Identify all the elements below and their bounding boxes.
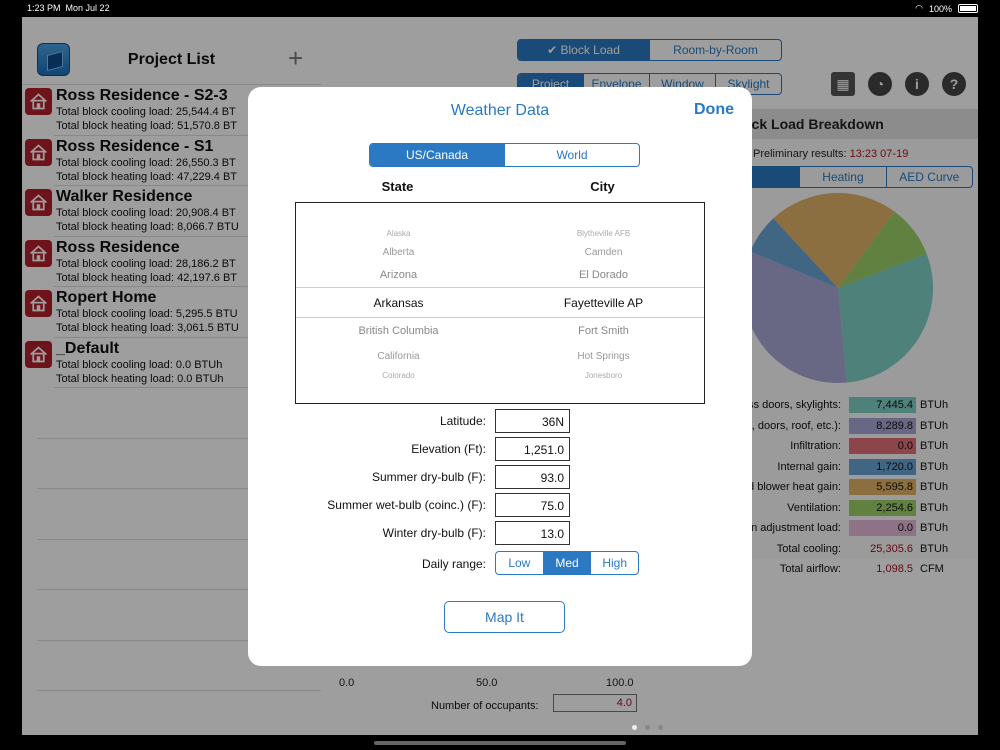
weather-field-row: Elevation (Ft): 1,251.0 [248,437,752,461]
weather-field-label: Latitude: [439,414,486,428]
city-option[interactable]: Hot Springs [501,351,704,362]
weather-data-dialog: Weather Data Done US/Canada World State … [248,87,752,666]
status-time: 1:23 PM Mon Jul 22 [27,3,110,13]
wifi-icon: ◠ [915,3,923,13]
region-tabs: US/Canada World [369,143,640,167]
weather-field-input[interactable]: 13.0 [495,521,570,545]
daily-range-low[interactable]: Low [496,552,544,574]
weather-field-label: Summer wet-bulb (coinc.) (F): [327,498,486,512]
state-option[interactable]: Arkansas [296,296,501,310]
daily-range-high[interactable]: High [591,552,638,574]
weather-field-row: Latitude: 36N [248,409,752,433]
city-option[interactable]: Fayetteville AP [501,296,704,310]
state-header: State [381,179,414,194]
home-indicator [374,741,626,745]
battery-percent: 100% [928,3,952,14]
city-header: City [590,179,615,194]
state-option[interactable]: Alberta [296,247,501,258]
weather-field-input[interactable]: 75.0 [495,493,570,517]
weather-field-label: Winter dry-bulb (F): [382,526,486,540]
dialog-title: Weather Data [450,102,550,119]
status-right: ◠ 100% [915,3,978,14]
state-option[interactable]: Colorado [296,371,501,380]
page-dot [658,725,663,730]
weather-field-input[interactable]: 93.0 [495,465,570,489]
weather-field-row: Summer dry-bulb (F): 93.0 [248,465,752,489]
location-picker[interactable]: Alaska Blytheville AFB Alberta Camden Arizon… [295,202,705,404]
app-screen: Project List + Ross Residence - S2-3 Tota… [22,17,978,735]
tab-us-canada[interactable]: US/Canada [370,144,505,166]
city-option[interactable]: El Dorado [501,269,704,281]
state-option[interactable]: California [296,351,501,362]
daily-range-med[interactable]: Med [543,552,592,574]
page-dot [645,725,650,730]
daily-range-selector: Low Med High [495,551,639,575]
city-option[interactable]: Fort Smith [501,325,704,337]
page-indicator [632,725,663,730]
weather-field-label: Elevation (Ft): [411,442,486,456]
map-it-button[interactable]: Map It [444,601,565,633]
done-button[interactable]: Done [694,101,734,119]
daily-range-label: Daily range: [421,557,486,571]
weather-field-label: Summer dry-bulb (F): [371,470,486,484]
city-option[interactable]: Blytheville AFB [501,229,704,238]
page-dot [632,725,637,730]
state-option[interactable]: Alaska [296,229,501,238]
city-option[interactable]: Jonesboro [501,371,704,380]
weather-field-input[interactable]: 1,251.0 [495,437,570,461]
weather-field-row: Winter dry-bulb (F): 13.0 [248,521,752,545]
battery-icon [958,4,978,13]
status-bar: 1:23 PM Mon Jul 22 ◠ 100% [0,0,1000,16]
state-option[interactable]: British Columbia [296,325,501,337]
tab-world[interactable]: World [505,144,639,166]
weather-field-input[interactable]: 36N [495,409,570,433]
state-option[interactable]: Arizona [296,269,501,281]
city-option[interactable]: Camden [501,247,704,258]
weather-field-row: Summer wet-bulb (coinc.) (F): 75.0 [248,493,752,517]
